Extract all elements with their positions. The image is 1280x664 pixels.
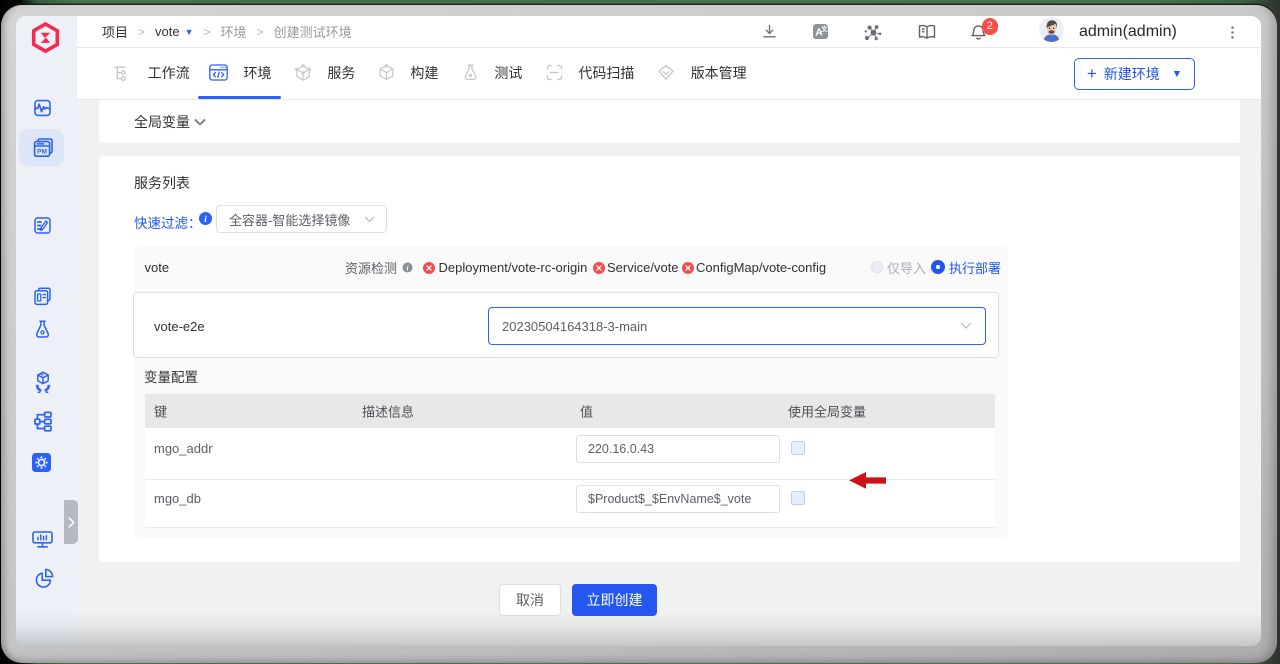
svg-text:i: i: [406, 263, 408, 272]
svg-text:文: 文: [820, 24, 828, 33]
svg-text:PM: PM: [37, 148, 47, 155]
